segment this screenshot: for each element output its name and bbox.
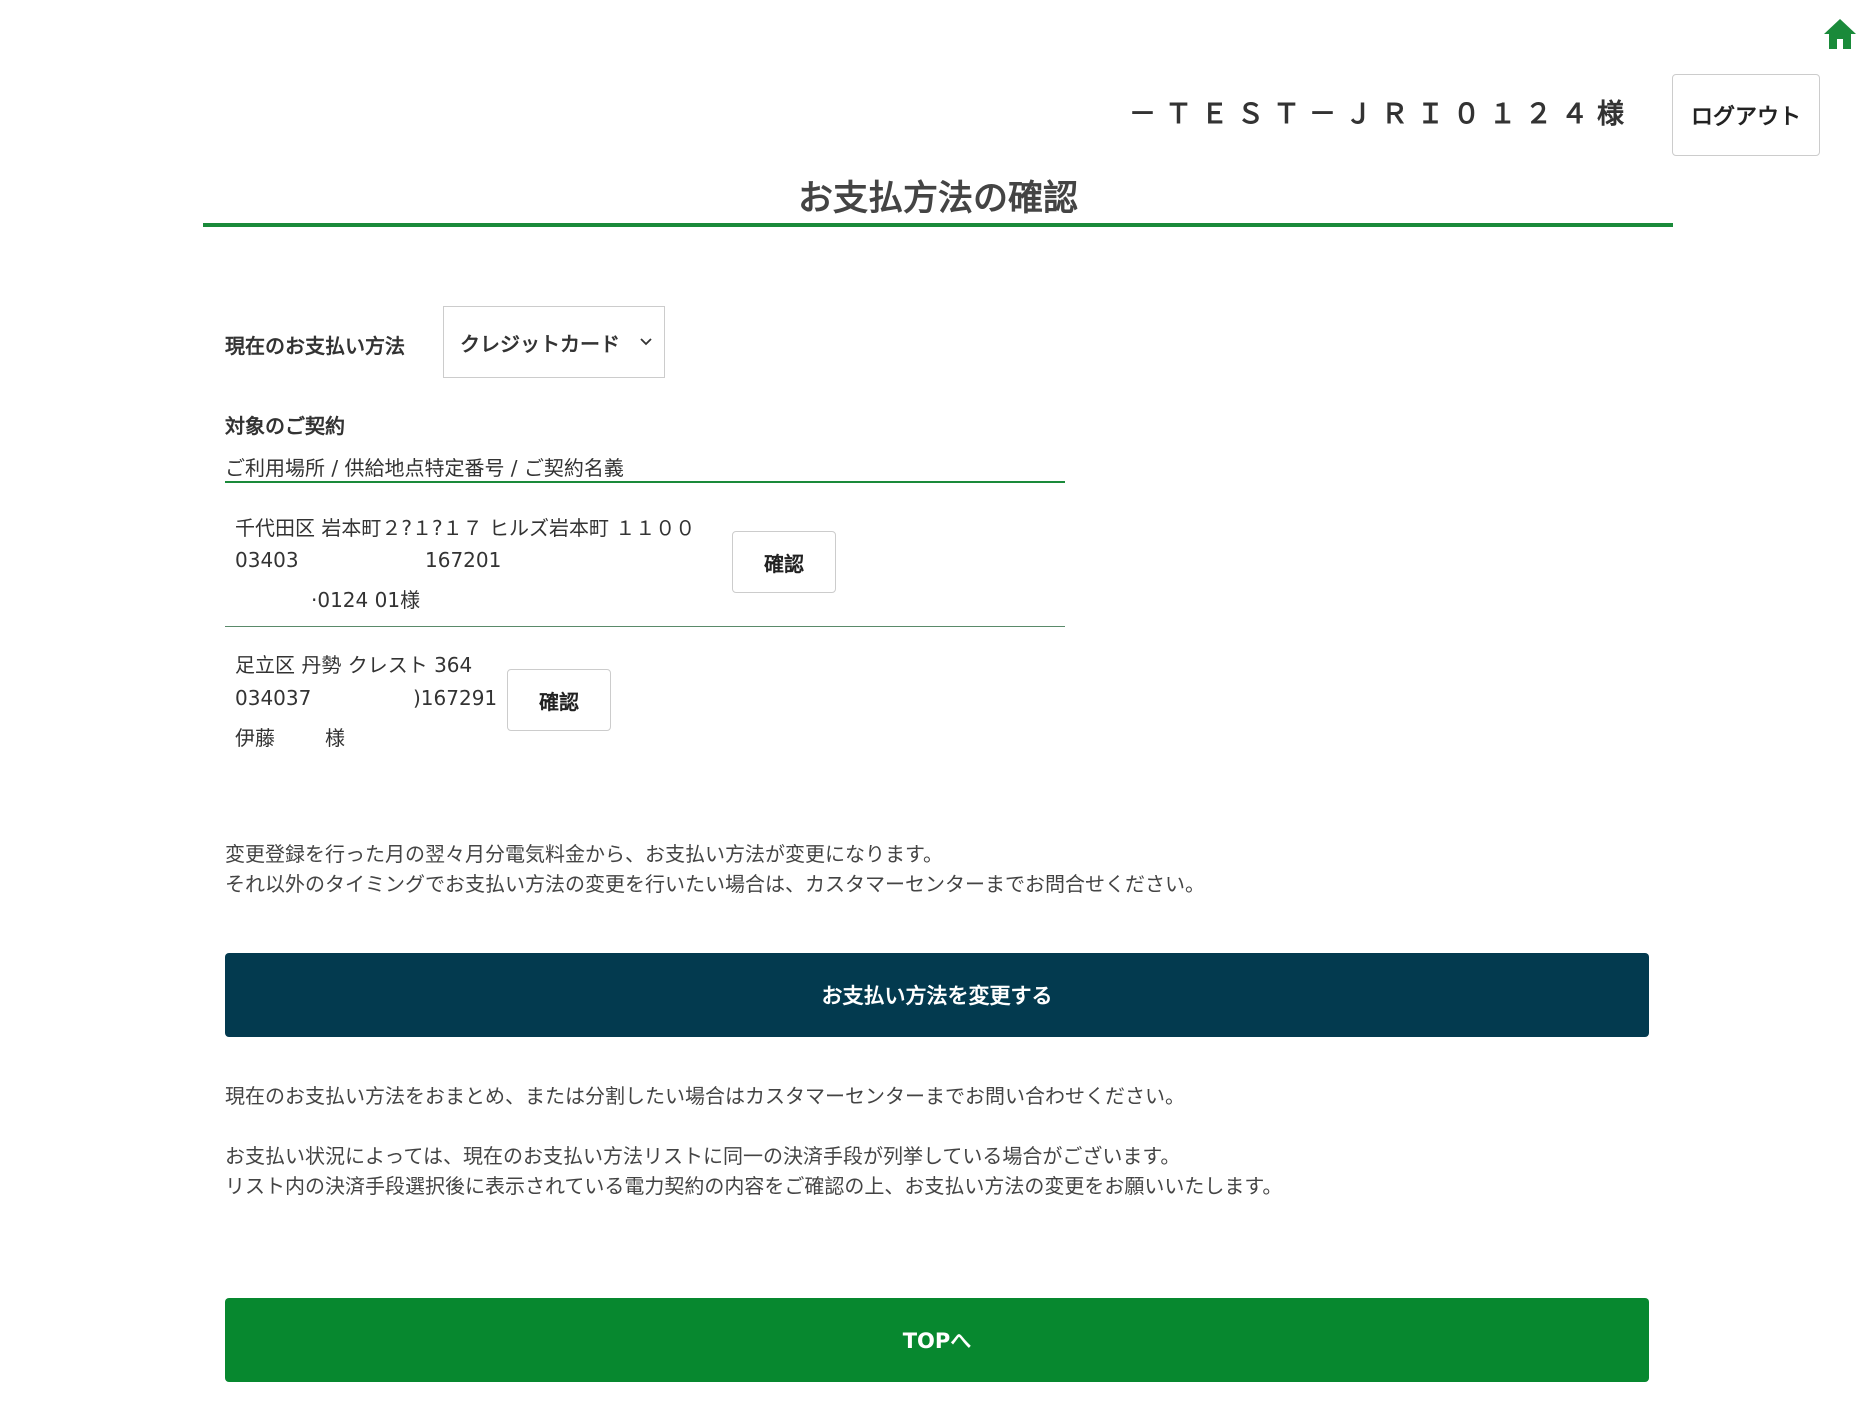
title-underline	[203, 223, 1673, 227]
payment-method-value: クレジットカード	[460, 331, 620, 356]
payment-method-label: 現在のお支払い方法	[225, 334, 405, 358]
top-button[interactable]: TOPへ	[225, 1298, 1649, 1382]
contracts-header-rule	[225, 481, 1065, 483]
notice-text: リスト内の決済手段選択後に表示されている電力契約の内容をご確認の上、お支払い方法…	[225, 1174, 1283, 1198]
contracts-label: 対象のご契約	[225, 414, 345, 438]
contract-address: 足立区 丹勢 クレスト 364	[235, 653, 473, 677]
payment-method-select[interactable]: クレジットカード	[443, 306, 665, 378]
notice-text: 現在のお支払い方法をおまとめ、または分割したい場合はカスタマーセンターまでお問い…	[225, 1084, 1185, 1108]
contract-address: 千代田区 岩本町２?１?１７ ヒルズ岩本町 １１００	[235, 516, 696, 540]
user-name: －ＴＥＳＴ－ＪＲＩ０１２４様	[1129, 99, 1633, 130]
contract-supply-number-start: 034037	[235, 686, 312, 710]
notice-text: 変更登録を行った月の翌々月分電気料金から、お支払い方法が変更になります。	[225, 842, 943, 866]
contract-holder-name-start: 伊藤	[235, 726, 275, 750]
contract-holder-name: ·0124 01様	[311, 588, 421, 612]
contracts-column-header: ご利用場所 / 供給地点特定番号 / ご契約名義	[225, 456, 624, 480]
contract-holder-name-end: 様	[325, 726, 345, 750]
notice-text: お支払い状況によっては、現在のお支払い方法リストに同一の決済手段が列挙している場…	[225, 1144, 1181, 1168]
contract-divider	[225, 626, 1065, 627]
page-title: お支払方法の確認	[797, 179, 1078, 219]
contract-supply-number-end: 167201	[425, 548, 502, 572]
chevron-down-icon	[640, 338, 652, 346]
logout-button[interactable]: ログアウト	[1672, 74, 1820, 156]
home-icon[interactable]	[1822, 17, 1858, 51]
contract-supply-number-end: )167291	[413, 686, 498, 710]
change-payment-method-button[interactable]: お支払い方法を変更する	[225, 953, 1649, 1037]
confirm-button[interactable]: 確認	[732, 531, 836, 593]
notice-text: それ以外のタイミングでお支払い方法の変更を行いたい場合は、カスタマーセンターまで…	[225, 872, 1205, 896]
contract-supply-number-start: 03403	[235, 548, 299, 572]
confirm-button[interactable]: 確認	[507, 669, 611, 731]
